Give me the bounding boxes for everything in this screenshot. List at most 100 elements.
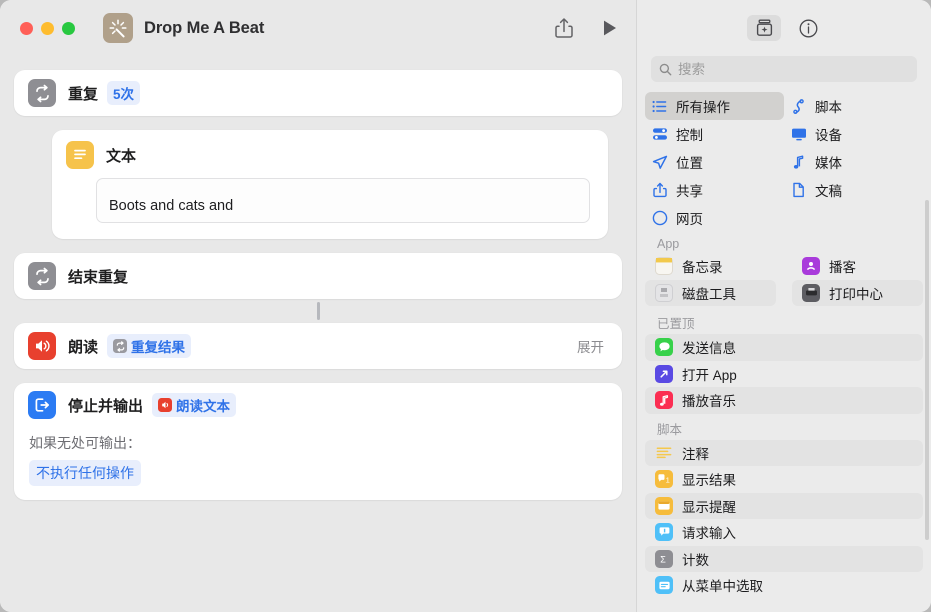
search-input[interactable]	[678, 61, 909, 77]
category-location[interactable]: 位置	[645, 148, 784, 176]
text-lines-icon	[66, 141, 94, 169]
list-item-label: 播放音乐	[682, 394, 736, 410]
list-item[interactable]: 播客	[792, 253, 923, 280]
sidebar-scrollbar[interactable]	[925, 200, 929, 540]
ask-input-icon	[655, 523, 673, 542]
action-card-text[interactable]: 文本	[52, 130, 608, 239]
text-input-field[interactable]	[96, 178, 590, 223]
svg-text:1: 1	[666, 476, 670, 485]
list-item[interactable]: 磁盘工具	[645, 279, 776, 306]
list-item[interactable]: 显示提醒	[645, 492, 923, 519]
info-circle-icon[interactable]	[795, 15, 821, 41]
section-header-scripting: 脚本	[657, 422, 683, 437]
messages-icon	[655, 338, 673, 357]
category-label: 媒体	[815, 156, 842, 171]
action-card-end-repeat[interactable]: 结束重复	[14, 253, 622, 299]
category-label: 网页	[676, 212, 703, 227]
search-field[interactable]	[651, 56, 917, 82]
share-icon	[651, 182, 668, 199]
list-item[interactable]: 打印中心	[792, 279, 923, 306]
zoom-button[interactable]	[62, 21, 75, 35]
music-note-icon	[790, 154, 807, 171]
drag-insertion-handle[interactable]	[316, 302, 320, 320]
sparkle-wand-icon	[103, 13, 133, 43]
list-item-label: 显示提醒	[682, 499, 736, 515]
action-label-text: 文本	[106, 147, 137, 165]
page-title: Drop Me A Beat	[144, 18, 265, 37]
list-item-label: 播客	[829, 260, 856, 276]
section-header-app: App	[657, 237, 680, 251]
variable-pill-spoken-text[interactable]: 朗读文本	[152, 393, 237, 417]
list-item-label: 备忘录	[682, 260, 723, 276]
list-item-label: 显示结果	[682, 473, 736, 489]
category-label: 文稿	[815, 184, 842, 199]
list-item[interactable]: 1 显示结果	[645, 466, 923, 493]
category-grid: 所有操作 脚本 控制 设备 位置 媒体 共享 文稿 网页	[637, 92, 931, 232]
list-item[interactable]: Σ 计数	[645, 545, 923, 572]
list-item-label: 注释	[682, 446, 709, 462]
list-item[interactable]: 注释	[645, 439, 923, 466]
repeat-icon	[28, 79, 56, 107]
section-app: 备忘录 播客 磁盘工具 打印中心	[637, 253, 931, 308]
variable-pill-repeat-results[interactable]: 重复结果	[107, 334, 192, 358]
script-icon	[790, 98, 807, 115]
list-item[interactable]: 请求输入	[645, 519, 923, 546]
list-item[interactable]: 从菜单中选取	[645, 572, 923, 599]
repeat-count-value: 5次	[113, 87, 135, 102]
list-item-label: 从菜单中选取	[682, 579, 763, 595]
window-controls	[20, 21, 75, 35]
list-item[interactable]: 播放音乐	[645, 387, 923, 414]
sliders-icon	[651, 126, 668, 143]
action-card-stop-and-output[interactable]: 停止并输出 朗读文本 如果无处可输出： 不执行任何操作	[14, 383, 622, 500]
stop-output-fallback-option[interactable]: 不执行任何操作	[29, 460, 141, 486]
podcasts-icon	[802, 257, 820, 276]
action-card-repeat[interactable]: 重复 5次	[14, 70, 622, 116]
list-item[interactable]: 发送信息	[645, 334, 923, 361]
action-card-speak-text[interactable]: 朗读 重复结果 展开	[14, 323, 622, 369]
repeat-count-pill[interactable]: 5次	[107, 81, 141, 105]
category-all-actions[interactable]: 所有操作	[645, 92, 784, 120]
show-alert-icon	[655, 496, 673, 515]
variable-pill-label: 重复结果	[131, 340, 186, 355]
document-icon	[790, 182, 807, 199]
category-media[interactable]: 媒体	[784, 148, 923, 176]
category-label: 位置	[676, 156, 703, 171]
share-icon[interactable]	[552, 15, 576, 41]
category-label: 设备	[815, 128, 842, 143]
list-item-label: 打印中心	[829, 286, 883, 302]
action-list: 重复 5次 文本 Boots and cats and 结束重复 朗读 重复结果…	[0, 56, 636, 500]
location-arrow-icon	[651, 154, 668, 171]
category-documents[interactable]: 文稿	[784, 176, 923, 204]
list-bullet-icon	[651, 98, 668, 115]
stop-output-sub-label: 如果无处可输出：	[29, 435, 141, 451]
category-controls[interactable]: 控制	[645, 120, 784, 148]
shortcuts-window: Drop Me A Beat 重复 5次 文本 Boots and cats a…	[0, 0, 931, 612]
speaker-icon	[28, 332, 56, 360]
titlebar-actions	[552, 0, 622, 56]
list-item[interactable]: 打开 App	[645, 361, 923, 388]
category-scripting[interactable]: 脚本	[784, 92, 923, 120]
play-icon[interactable]	[598, 15, 622, 41]
list-item[interactable]: 备忘录	[645, 253, 776, 280]
section-header-pinned: 已置顶	[657, 317, 695, 331]
repeat-icon	[28, 262, 56, 290]
speaker-mini-icon	[158, 398, 173, 412]
notes-icon	[655, 257, 673, 276]
action-library-icon[interactable]	[747, 15, 781, 41]
action-label-speak-text: 朗读	[68, 338, 99, 356]
variable-pill-label: 朗读文本	[176, 399, 231, 414]
shortcut-editor-pane: Drop Me A Beat 重复 5次 文本 Boots and cats a…	[0, 0, 636, 612]
action-library-list[interactable]: App 备忘录 播客 磁盘工具 打印中心 已置顶 发送信息 打开 App 播放音…	[637, 232, 931, 612]
list-item-label: 打开 App	[682, 367, 737, 383]
minimize-button[interactable]	[41, 21, 54, 35]
close-button[interactable]	[20, 21, 33, 35]
category-label: 所有操作	[676, 100, 730, 115]
category-sharing[interactable]: 共享	[645, 176, 784, 204]
expand-button[interactable]: 展开	[577, 336, 604, 356]
list-item-label: 计数	[682, 552, 709, 568]
list-item-label: 磁盘工具	[682, 286, 736, 302]
category-devices[interactable]: 设备	[784, 120, 923, 148]
exit-box-icon	[28, 391, 56, 419]
category-web[interactable]: 网页	[645, 204, 784, 232]
category-label: 脚本	[815, 100, 842, 115]
